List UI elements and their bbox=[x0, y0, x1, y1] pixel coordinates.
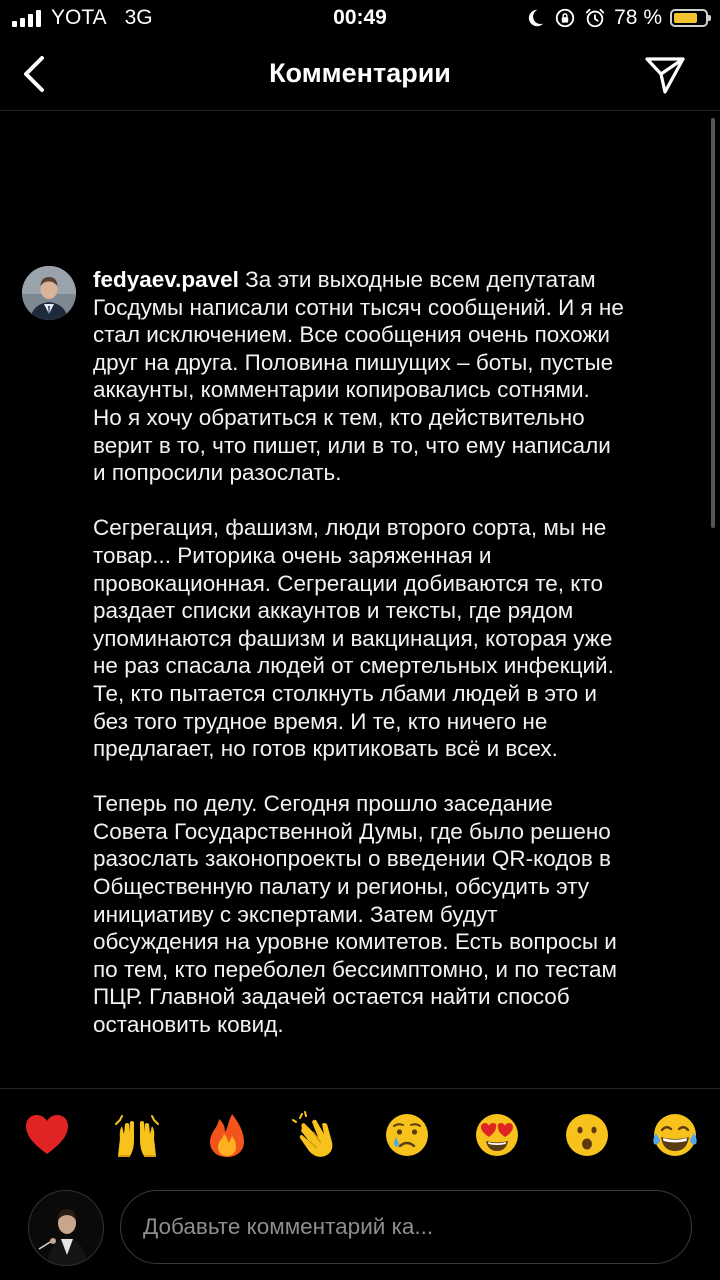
comment-paragraph: fedyaev.pavel За эти выходные всем депут… bbox=[93, 266, 698, 487]
avatar[interactable] bbox=[22, 266, 76, 320]
comment-line: инициативу с экспертами. Затем будут bbox=[93, 901, 498, 927]
comment-line: не раз спасала людей от смертельных инфе… bbox=[93, 653, 614, 679]
comment-line: Теперь по делу. Сегодня прошло заседание bbox=[93, 791, 553, 817]
divider bbox=[0, 1088, 720, 1089]
username-link[interactable]: fedyaev.pavel bbox=[93, 267, 239, 292]
comment-line: остановить ковид. bbox=[93, 1012, 284, 1038]
surprised-face-icon[interactable] bbox=[562, 1110, 612, 1160]
heart-eyes-icon[interactable] bbox=[472, 1110, 522, 1160]
comment-line-text: За эти выходные всем депутатам bbox=[238, 267, 596, 292]
comment-line: верит в то, что пишет, или в то, что ему… bbox=[93, 432, 611, 458]
comment-line: Совета Государственной Думы, где было ре… bbox=[93, 818, 611, 844]
alarm-icon bbox=[585, 8, 605, 28]
comment-line: Общественную палату и регионы, обсудить … bbox=[93, 874, 589, 900]
comment-line: ПЦР. Главной задачей остается найти спос… bbox=[93, 984, 570, 1010]
avatar[interactable] bbox=[28, 1190, 104, 1266]
comment-text: fedyaev.pavel За эти выходные всем депут… bbox=[93, 266, 698, 1066]
comment-paragraph: Теперь по делу. Сегодня прошло заседание… bbox=[93, 790, 698, 1038]
comment-line: по тем, кто переболел бессимптомно, и по… bbox=[93, 956, 618, 982]
user-photo bbox=[22, 266, 76, 320]
comment-line: друг на друга. Половина пишущих – боты, … bbox=[93, 349, 614, 375]
comment-paragraph: Сегрегация, фашизм, люди второго сорта, … bbox=[93, 514, 698, 762]
crying-face-icon[interactable] bbox=[382, 1110, 432, 1160]
moon-icon bbox=[528, 9, 544, 27]
comment-line: Сегрегация, фашизм, люди второго сорта, … bbox=[93, 515, 607, 541]
status-bar: YOTA 3G 00:49 78 % bbox=[0, 0, 720, 38]
page-title: Комментарии bbox=[269, 58, 451, 88]
comment-line: без того трудное время. И те, кто ничего… bbox=[93, 708, 548, 734]
comment-line: раздает списки аккаунтов и тексты, где р… bbox=[93, 598, 574, 624]
paper-plane-icon[interactable] bbox=[644, 54, 686, 96]
battery-level bbox=[674, 13, 698, 23]
comment-line: стал исключением. Все сообщения очень по… bbox=[93, 322, 610, 348]
comment-line: упоминаются фашизм и вакцинация, которая… bbox=[93, 625, 613, 651]
comment-line: Те, кто пытается столкнуть лбами людей в… bbox=[93, 680, 597, 706]
comment-line: предлагает, но готов критиковать всё и в… bbox=[93, 736, 558, 762]
comment-line: Но я хочу обратиться к тем, кто действит… bbox=[93, 404, 585, 430]
scroll-indicator[interactable] bbox=[711, 118, 715, 528]
comment-line: Госдумы написали сотни тысяч сообщений. … bbox=[93, 294, 624, 320]
comment-line: обсуждения на уровне комитетов. Есть воп… bbox=[93, 929, 617, 955]
comment-input[interactable] bbox=[120, 1190, 692, 1264]
user-photo bbox=[29, 1191, 103, 1265]
fire-icon[interactable] bbox=[202, 1110, 252, 1160]
battery-percent: 78 % bbox=[614, 6, 662, 29]
comment-line: fedyaev.pavel За эти выходные всем депут… bbox=[93, 266, 698, 294]
comment-line: разослать законопроекты о введении QR-ко… bbox=[93, 846, 612, 872]
header: Комментарии bbox=[0, 38, 720, 111]
comment-line: аккаунты, комментарии копировались сотня… bbox=[93, 377, 590, 403]
status-right: 78 % bbox=[524, 6, 711, 30]
comment-line: и попросили разослать. bbox=[93, 460, 342, 486]
heart-icon[interactable] bbox=[22, 1110, 72, 1160]
comment-line: провокационная. Сегрегации добиваются те… bbox=[93, 570, 603, 596]
reaction-bar bbox=[0, 1110, 720, 1164]
clapping-hands-icon[interactable] bbox=[292, 1110, 342, 1160]
comment-line: товар... Риторика очень заряженная и bbox=[93, 542, 492, 568]
battery-icon bbox=[670, 9, 711, 27]
comment-composer bbox=[0, 1186, 720, 1266]
raising-hands-icon[interactable] bbox=[112, 1110, 162, 1160]
laughing-face-icon[interactable] bbox=[650, 1110, 700, 1160]
orientation-lock-icon bbox=[555, 8, 575, 28]
